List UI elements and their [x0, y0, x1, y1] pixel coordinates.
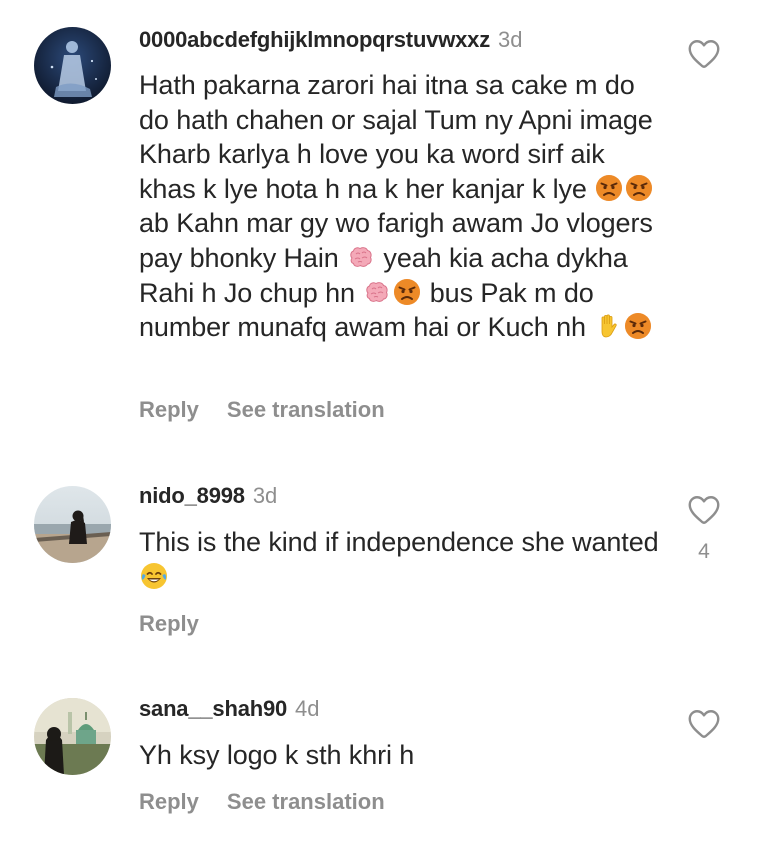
comment: sana__shah90 4d Yh ksy logo k sth khri h … — [0, 0, 768, 846]
username[interactable]: sana__shah90 — [139, 696, 287, 721]
comment-text-segment: Yh ksy logo k sth khri h — [139, 740, 415, 770]
comment-header: sana__shah90 4d — [139, 697, 320, 724]
comment-actions: Reply See translation — [139, 789, 385, 815]
like-button[interactable] — [686, 706, 722, 742]
heart-outline-icon — [686, 706, 722, 742]
see-translation-button[interactable]: See translation — [227, 789, 385, 814]
avatar[interactable] — [34, 698, 111, 775]
reply-button[interactable]: Reply — [139, 789, 199, 814]
timestamp: 4d — [295, 696, 320, 721]
comment-text: Yh ksy logo k sth khri h — [139, 738, 659, 773]
